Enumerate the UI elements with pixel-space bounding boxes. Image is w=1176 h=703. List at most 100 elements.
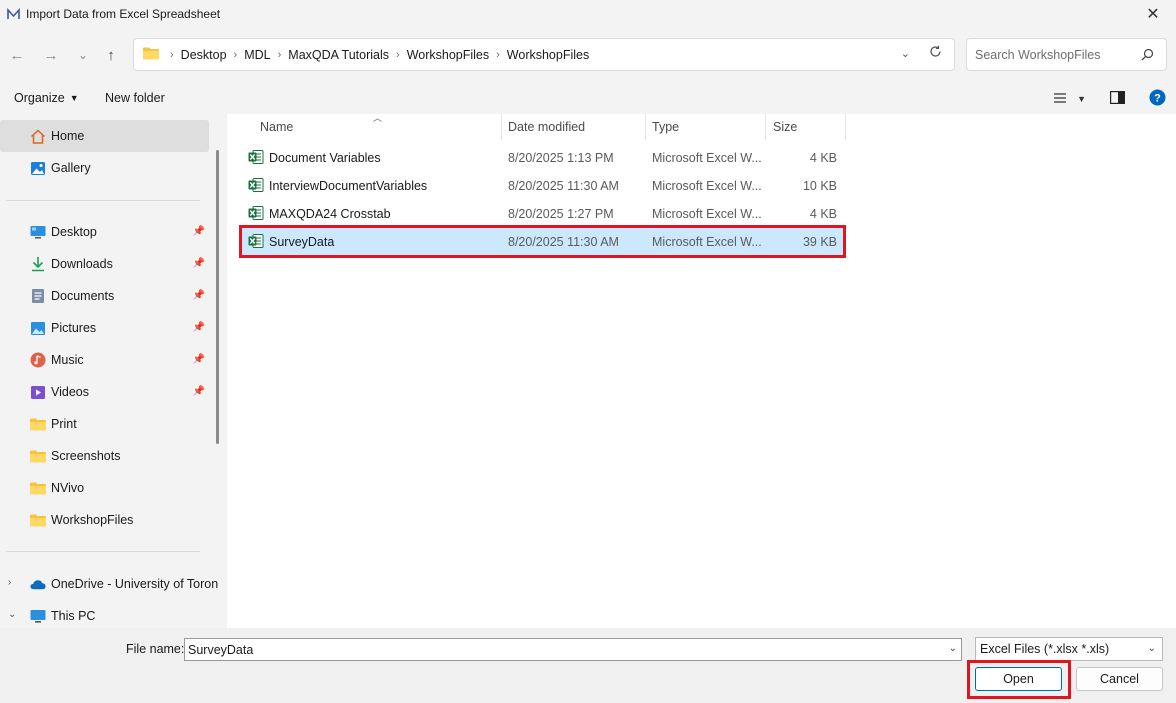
view-caret-down-icon[interactable]: ▼ <box>1077 94 1086 104</box>
chevron-down-icon[interactable]: ⌄ <box>901 47 910 60</box>
sidebar-item-label: WorkshopFiles <box>51 513 134 527</box>
column-divider[interactable] <box>845 114 846 140</box>
chevron-down-icon[interactable]: ⌄ <box>8 609 16 620</box>
sidebar-item-label: Gallery <box>51 161 91 175</box>
onedrive-cloud-icon <box>30 576 46 592</box>
sidebar-item-home[interactable]: Home <box>0 120 209 152</box>
forward-arrow-icon[interactable]: → <box>40 44 62 66</box>
sidebar-item-label: Pictures <box>51 321 97 335</box>
file-type: Microsoft Excel W... <box>652 207 762 221</box>
sidebar-item-this-pc[interactable]: ⌄ This PC <box>0 600 209 628</box>
breadcrumb-mdl[interactable]: MDL <box>244 48 270 62</box>
file-date: 8/20/2025 11:30 AM <box>508 235 619 249</box>
file-name-field[interactable]: SurveyData ⌄ <box>184 638 962 661</box>
sidebar-item-documents[interactable]: Documents 📌 <box>0 280 209 312</box>
sidebar-item-downloads[interactable]: Downloads 📌 <box>0 248 209 280</box>
sidebar-item-workshopfiles[interactable]: WorkshopFiles <box>0 504 209 536</box>
column-header-size[interactable]: Size <box>773 114 797 140</box>
file-name-value: SurveyData <box>188 642 254 657</box>
chevron-down-icon[interactable]: ⌄ <box>1148 643 1156 654</box>
pin-icon[interactable]: 📌 <box>193 354 205 365</box>
sidebar-item-label: This PC <box>51 609 96 623</box>
search-input[interactable] <box>975 47 1135 62</box>
breadcrumb-workshopfiles-current[interactable]: WorkshopFiles <box>507 48 589 62</box>
sidebar-divider <box>6 551 200 552</box>
help-icon[interactable]: ? <box>1149 89 1166 109</box>
sidebar-item-label: Print <box>51 417 77 431</box>
sidebar-item-label: Documents <box>51 289 115 303</box>
preview-pane-icon[interactable] <box>1110 91 1126 107</box>
file-date: 8/20/2025 11:30 AM <box>508 179 619 193</box>
navigation-pane: Home Gallery Desktop 📌 Downloads 📌 Docum… <box>0 114 226 628</box>
pin-icon[interactable]: 📌 <box>193 258 205 269</box>
column-divider[interactable] <box>765 114 766 140</box>
navigation-bar: ← → ⌄ ↑ › Desktop › MDL › MaxQDA Tutoria… <box>0 28 1176 84</box>
breadcrumb-desktop[interactable]: Desktop <box>181 48 227 62</box>
excel-file-icon <box>248 149 264 168</box>
excel-file-icon <box>248 233 264 252</box>
sidebar-item-print[interactable]: Print <box>0 408 209 440</box>
sort-ascending-icon: ︿ <box>373 113 383 123</box>
breadcrumb-separator-icon: › <box>170 48 174 61</box>
pin-icon[interactable]: 📌 <box>193 322 205 333</box>
up-arrow-icon[interactable]: ↑ <box>100 44 122 66</box>
file-row-selected[interactable]: SurveyData 8/20/2025 11:30 AM Microsoft … <box>239 228 843 256</box>
window-title: Import Data from Excel Spreadsheet <box>26 7 221 21</box>
file-name: Document Variables <box>269 151 381 165</box>
file-date: 8/20/2025 1:27 PM <box>508 207 614 221</box>
chevron-down-icon[interactable]: ⌄ <box>949 643 957 654</box>
column-divider[interactable] <box>645 114 646 140</box>
column-header-date-modified[interactable]: Date modified <box>508 114 585 140</box>
pin-icon[interactable]: 📌 <box>193 386 205 397</box>
download-icon <box>30 256 46 272</box>
caret-down-icon: ▼ <box>69 93 79 103</box>
file-name: MAXQDA24 Crosstab <box>269 207 391 221</box>
command-bar: Organize ▼ New folder ▼ ? <box>0 84 1176 114</box>
file-list: ︿ Name Date modified Type Size Document … <box>227 113 1176 628</box>
sidebar-item-pictures[interactable]: Pictures 📌 <box>0 312 209 344</box>
file-type: Microsoft Excel W... <box>652 151 762 165</box>
column-divider[interactable] <box>501 114 502 140</box>
recent-locations-chevron-icon[interactable]: ⌄ <box>72 44 94 66</box>
column-header-name[interactable]: Name <box>260 114 293 140</box>
view-options-icon[interactable] <box>1053 92 1067 107</box>
sidebar-item-label: Videos <box>51 385 89 399</box>
file-row[interactable]: MAXQDA24 Crosstab 8/20/2025 1:27 PM Micr… <box>239 200 843 228</box>
back-arrow-icon[interactable]: ← <box>6 44 28 66</box>
breadcrumb-workshopfiles-parent[interactable]: WorkshopFiles <box>407 48 489 62</box>
search-box[interactable] <box>966 38 1167 71</box>
pin-icon[interactable]: 📌 <box>193 290 205 301</box>
chevron-right-icon[interactable]: › <box>8 577 11 588</box>
maxqda-app-icon <box>6 7 20 21</box>
sidebar-item-desktop[interactable]: Desktop 📌 <box>0 216 209 248</box>
sidebar-item-gallery[interactable]: Gallery <box>0 152 209 184</box>
address-bar[interactable]: › Desktop › MDL › MaxQDA Tutorials › Wor… <box>133 38 955 71</box>
sidebar-item-onedrive[interactable]: › OneDrive - University of Toron <box>0 568 218 600</box>
file-type-filter-value: Excel Files (*.xlsx *.xls) <box>980 642 1110 656</box>
pin-icon[interactable]: 📌 <box>193 226 205 237</box>
breadcrumb-maxqda-tutorials[interactable]: MaxQDA Tutorials <box>288 48 389 62</box>
close-icon[interactable]: ✕ <box>1130 0 1176 28</box>
column-header-type[interactable]: Type <box>652 114 679 140</box>
file-type-filter-select[interactable]: Excel Files (*.xlsx *.xls) ⌄ <box>975 637 1163 661</box>
sidebar-item-videos[interactable]: Videos 📌 <box>0 376 209 408</box>
sidebar-scrollbar[interactable] <box>216 150 219 444</box>
file-row[interactable]: Document Variables 8/20/2025 1:13 PM Mic… <box>239 144 843 172</box>
file-date: 8/20/2025 1:13 PM <box>508 151 614 165</box>
new-folder-button[interactable]: New folder <box>105 91 165 105</box>
search-icon[interactable] <box>1141 48 1154 64</box>
folder-icon <box>143 47 159 63</box>
organize-label: Organize <box>14 91 65 105</box>
organize-menu-button[interactable]: Organize ▼ <box>14 91 79 105</box>
file-row[interactable]: InterviewDocumentVariables 8/20/2025 11:… <box>239 172 843 200</box>
folder-icon <box>30 416 46 432</box>
cancel-button[interactable]: Cancel <box>1076 667 1163 691</box>
sidebar-item-music[interactable]: Music 📌 <box>0 344 209 376</box>
open-button[interactable]: Open <box>975 667 1062 691</box>
sidebar-item-label: OneDrive - University of Toron <box>51 577 219 591</box>
sidebar-item-nvivo[interactable]: NVivo <box>0 472 209 504</box>
refresh-icon[interactable] <box>929 45 942 61</box>
folder-icon <box>30 480 46 496</box>
pictures-icon <box>30 320 46 336</box>
sidebar-item-screenshots[interactable]: Screenshots <box>0 440 209 472</box>
